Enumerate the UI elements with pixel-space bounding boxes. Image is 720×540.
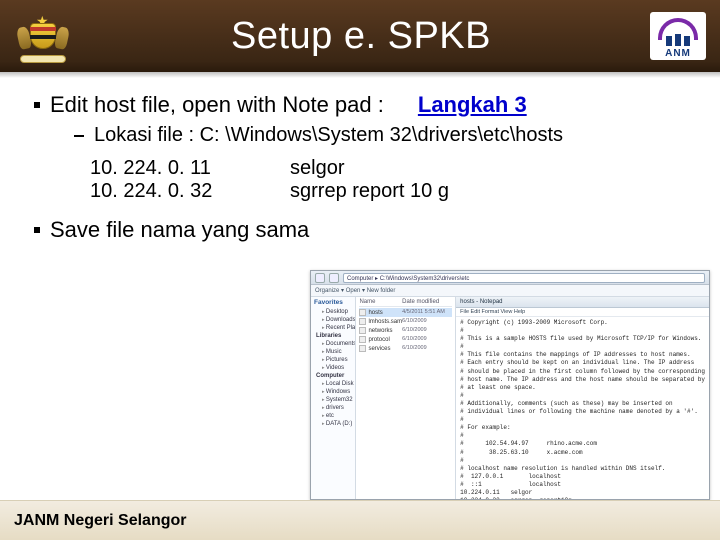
tree-item[interactable]: Pictures	[314, 356, 352, 364]
bullet-1-sub-text: Lokasi file : C: \Windows\System 32\driv…	[94, 124, 563, 147]
hosts-row: 10. 224. 0. 32 sgrrep report 10 g	[90, 180, 686, 203]
notepad-textarea[interactable]: # Copyright (c) 1993-2009 Microsoft Corp…	[456, 317, 709, 499]
tree-item[interactable]: etc	[314, 412, 352, 420]
hosts-name: selgor	[290, 157, 344, 180]
tree-item[interactable]: DATA (D:)	[314, 420, 352, 428]
bullet-2-text: Save file nama yang sama	[50, 217, 309, 243]
anm-logo-text: ANM	[650, 48, 706, 59]
anm-logo-icon: ANM	[650, 12, 706, 60]
tree-item[interactable]: Videos	[314, 364, 352, 372]
notepad-window: hosts - Notepad File Edit Format View He…	[456, 297, 709, 499]
explorer-titlebar: Computer ▸ C:\Windows\System32\drivers\e…	[311, 271, 709, 285]
tree-group: Computer	[314, 372, 352, 380]
file-icon	[359, 318, 366, 325]
hosts-name: sgrrep report 10 g	[290, 180, 449, 203]
file-icon	[359, 345, 366, 352]
bullet-1: Edit host file, open with Note pad : Lan…	[34, 92, 686, 118]
dash-icon	[74, 135, 84, 137]
hosts-block: 10. 224. 0. 11 selgor 10. 224. 0. 32 sgr…	[90, 157, 686, 203]
explorer-tree[interactable]: Favorites Desktop Downloads Recent Place…	[311, 297, 356, 499]
tree-item[interactable]: Music	[314, 348, 352, 356]
list-header: Name Date modified	[359, 299, 452, 307]
file-icon	[359, 309, 366, 316]
tree-group: Libraries	[314, 332, 352, 340]
explorer-screenshot: Computer ▸ C:\Windows\System32\drivers\e…	[310, 270, 710, 500]
tree-item[interactable]: Windows	[314, 388, 352, 396]
forward-button-icon[interactable]	[329, 273, 339, 283]
bullet-1-sub: Lokasi file : C: \Windows\System 32\driv…	[74, 124, 686, 147]
slide-footer: JANM Negeri Selangor	[0, 500, 720, 540]
tree-item[interactable]: Documents	[314, 340, 352, 348]
tree-favorites: Favorites	[314, 299, 352, 306]
col-name: Name	[359, 299, 402, 305]
tree-item[interactable]: System32	[314, 396, 352, 404]
bullet-dot-icon	[34, 227, 40, 233]
hosts-ip: 10. 224. 0. 11	[90, 157, 290, 180]
file-row[interactable]: services 6/10/2009	[359, 344, 452, 353]
file-row[interactable]: protocol 6/10/2009	[359, 335, 452, 344]
slide-body: Edit host file, open with Note pad : Lan…	[0, 72, 720, 500]
address-bar[interactable]: Computer ▸ C:\Windows\System32\drivers\e…	[343, 273, 705, 283]
footer-text: JANM Negeri Selangor	[14, 512, 186, 530]
hosts-ip: 10. 224. 0. 32	[90, 180, 290, 203]
file-row[interactable]: lmhosts.sam 6/10/2009	[359, 317, 452, 326]
tree-item[interactable]: Local Disk (C:)	[314, 380, 352, 388]
notepad-menubar[interactable]: File Edit Format View Help	[456, 308, 709, 317]
file-icon	[359, 336, 366, 343]
explorer-toolbar[interactable]: Organize ▾ Open ▾ New folder	[311, 285, 709, 297]
tree-item[interactable]: drivers	[314, 404, 352, 412]
file-icon	[359, 327, 366, 334]
file-row[interactable]: hosts 4/5/2011 5:51 AM	[359, 308, 452, 317]
bullet-dot-icon	[34, 102, 40, 108]
back-button-icon[interactable]	[315, 273, 325, 283]
tree-item[interactable]: Recent Places	[314, 324, 352, 332]
file-row[interactable]: networks 6/10/2009	[359, 326, 452, 335]
tree-item[interactable]: Downloads	[314, 316, 352, 324]
col-date: Date modified	[402, 299, 452, 305]
slide-header: ★ Setup e. SPKB ANM	[0, 0, 720, 72]
hosts-row: 10. 224. 0. 11 selgor	[90, 157, 686, 180]
slide-title: Setup e. SPKB	[72, 15, 650, 58]
tree-item[interactable]: Desktop	[314, 308, 352, 316]
bullet-2: Save file nama yang sama	[34, 217, 314, 243]
notepad-titlebar: hosts - Notepad	[456, 297, 709, 308]
step-link[interactable]: Langkah 3	[418, 92, 527, 118]
explorer-filelist[interactable]: Name Date modified hosts 4/5/2011 5:51 A…	[356, 297, 456, 499]
bullet-1-text: Edit host file, open with Note pad :	[50, 92, 384, 118]
malaysia-crest-icon: ★	[14, 9, 72, 63]
